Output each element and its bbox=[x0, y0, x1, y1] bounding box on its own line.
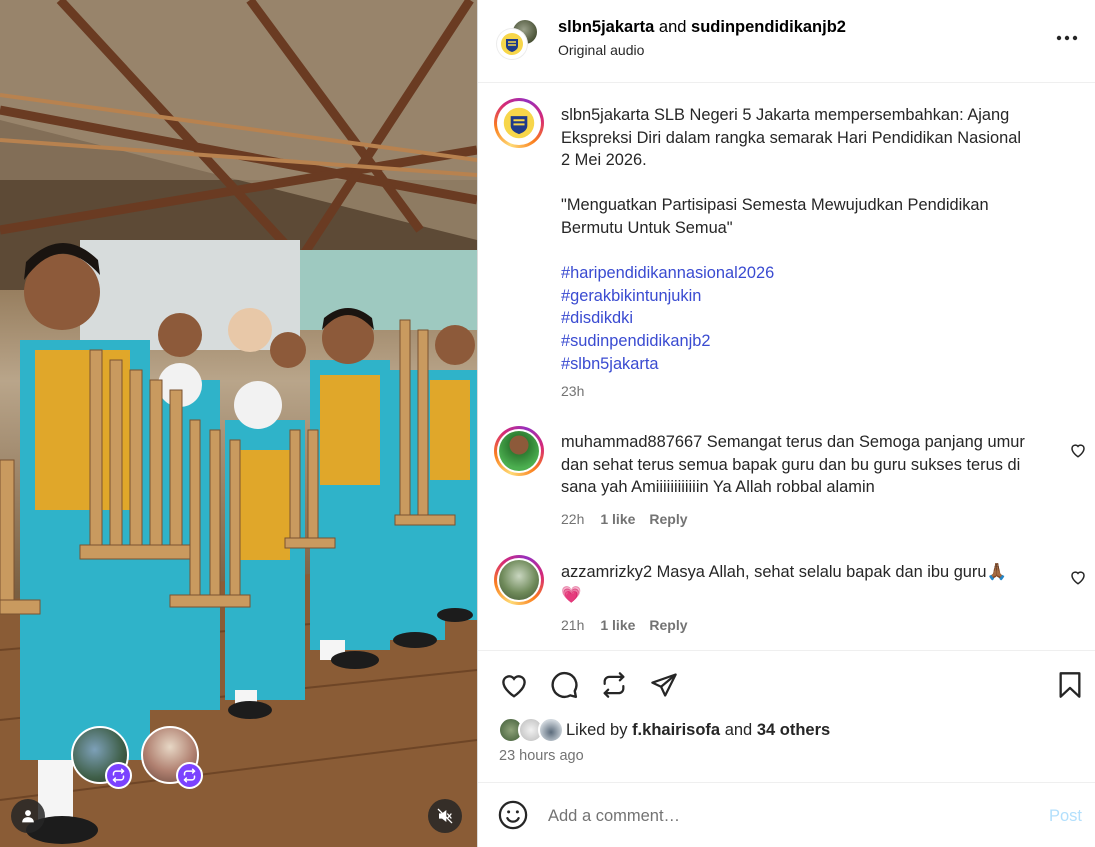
accounts-joiner: and bbox=[658, 18, 687, 36]
comment-text: azzamrizky2 Masya Allah, sehat selalu ba… bbox=[561, 561, 1029, 606]
post-timestamp[interactable]: 23 hours ago bbox=[499, 748, 584, 764]
hashtag-link[interactable]: #disdikdki bbox=[561, 307, 1029, 330]
video-player[interactable] bbox=[0, 0, 477, 847]
comment-body: Masya Allah, sehat selalu bapak dan ibu … bbox=[656, 563, 1007, 581]
commenter-avatar[interactable] bbox=[494, 426, 544, 476]
liked-by-others-link[interactable]: 34 others bbox=[757, 721, 830, 739]
commenter-avatar[interactable] bbox=[494, 555, 544, 605]
bookmark-icon bbox=[1059, 672, 1081, 698]
more-options-button[interactable] bbox=[1052, 26, 1082, 50]
comment-time[interactable]: 21h bbox=[561, 617, 584, 633]
like-comment-heart-icon[interactable] bbox=[1069, 441, 1087, 459]
mute-button[interactable] bbox=[428, 799, 462, 833]
comment-likes[interactable]: 1 like bbox=[600, 511, 635, 527]
like-button[interactable] bbox=[497, 668, 531, 702]
repost-badge-icon bbox=[105, 762, 132, 789]
comment-likes[interactable]: 1 like bbox=[600, 617, 635, 633]
like-comment-heart-icon[interactable] bbox=[1069, 568, 1087, 586]
post-details-panel: slbn5jakarta and sudinpendidikanjb2 Orig… bbox=[477, 0, 1095, 847]
caption-username[interactable]: slbn5jakarta bbox=[561, 106, 649, 124]
instagram-post-modal: slbn5jakarta and sudinpendidikanjb2 Orig… bbox=[0, 0, 1095, 847]
comment-emoji: 💗 bbox=[561, 585, 582, 604]
repost-button[interactable] bbox=[597, 668, 631, 702]
school-logo-icon bbox=[503, 107, 535, 139]
speaker-muted-icon bbox=[437, 808, 453, 824]
repost-icon bbox=[603, 672, 625, 698]
comment-meta: 21h 1 like Reply bbox=[561, 617, 688, 633]
caption-quote: "Menguatkan Partisipasi Semesta Mewujudk… bbox=[561, 196, 989, 237]
hashtag-link[interactable]: #slbn5jakarta bbox=[561, 353, 1029, 376]
liked-by-user-link[interactable]: f.khairisofa bbox=[632, 721, 720, 739]
hashtag-link[interactable]: #haripendidikannasional2026 bbox=[561, 262, 1029, 285]
post-comment-button[interactable]: Post bbox=[1049, 807, 1082, 826]
repost-badge-icon bbox=[176, 762, 203, 789]
user-icon bbox=[22, 810, 34, 823]
commenter-username[interactable]: muhammad887667 bbox=[561, 433, 702, 451]
save-button[interactable] bbox=[1053, 668, 1087, 702]
comment-text: muhammad887667 Semangat terus dan Semoga… bbox=[561, 431, 1029, 499]
commenter-username[interactable]: azzamrizky2 bbox=[561, 563, 652, 581]
more-horizontal-icon bbox=[1056, 35, 1078, 41]
liked-by-text: Liked by f.khairisofa and 34 others bbox=[566, 721, 830, 740]
heart-icon bbox=[502, 675, 526, 698]
comments-feed[interactable]: slbn5jakarta SLB Negeri 5 Jakarta memper… bbox=[478, 83, 1095, 650]
share-button[interactable] bbox=[647, 668, 681, 702]
reply-button[interactable]: Reply bbox=[649, 511, 687, 527]
caption-text: slbn5jakarta SLB Negeri 5 Jakarta memper… bbox=[561, 104, 1029, 375]
post-actions: Liked by f.khairisofa and 34 others 23 h… bbox=[478, 650, 1095, 782]
audio-link[interactable]: Original audio bbox=[558, 42, 644, 58]
comment-input[interactable] bbox=[548, 803, 1018, 829]
add-comment-bar: Post bbox=[478, 782, 1095, 847]
account-link[interactable]: slbn5jakarta bbox=[558, 18, 654, 36]
hashtag-link[interactable]: #sudinpendidikanjb2 bbox=[561, 330, 1029, 353]
post-header: slbn5jakarta and sudinpendidikanjb2 Orig… bbox=[478, 0, 1095, 83]
emoji-icon[interactable] bbox=[498, 800, 528, 830]
video-frame bbox=[0, 0, 477, 847]
liked-by-joiner: and bbox=[724, 721, 753, 739]
school-logo-icon bbox=[501, 33, 523, 55]
hashtag-link[interactable]: #gerakbikintunjukin bbox=[561, 285, 1029, 308]
account-link[interactable]: sudinpendidikanjb2 bbox=[691, 18, 846, 36]
comment-time[interactable]: 22h bbox=[561, 511, 584, 527]
caption-time[interactable]: 23h bbox=[561, 383, 584, 399]
tagged-users-button[interactable] bbox=[11, 799, 45, 833]
liked-by-prefix: Liked by bbox=[566, 721, 628, 739]
author-avatar[interactable] bbox=[494, 98, 544, 148]
comment-bubble-icon bbox=[551, 671, 578, 699]
header-accounts: slbn5jakarta and sudinpendidikanjb2 bbox=[558, 18, 846, 37]
comment-meta: 22h 1 like Reply bbox=[561, 511, 688, 527]
author-avatar[interactable] bbox=[497, 29, 527, 59]
liked-by-avatars[interactable] bbox=[498, 717, 566, 743]
reply-button[interactable]: Reply bbox=[649, 617, 687, 633]
comment-button[interactable] bbox=[547, 668, 581, 702]
send-icon bbox=[651, 673, 677, 697]
